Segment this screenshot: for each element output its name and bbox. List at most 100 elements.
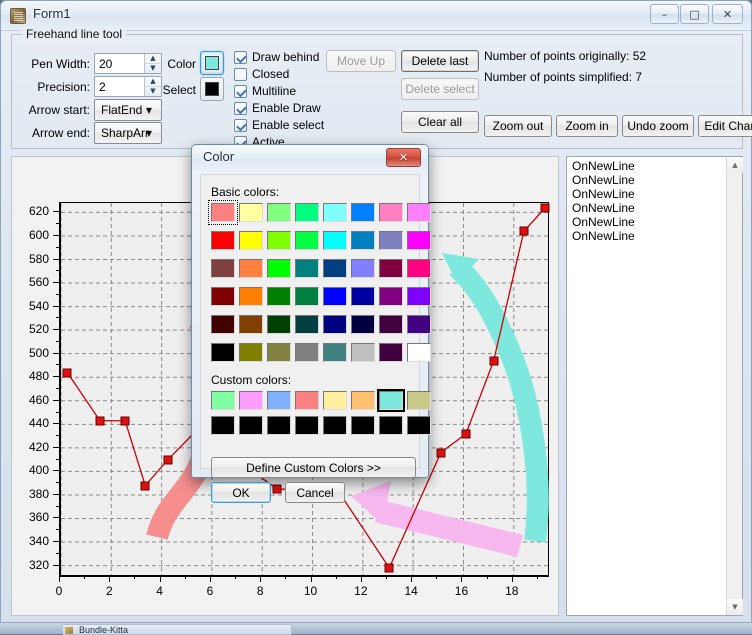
checkbox-icon[interactable] [234,102,247,115]
scroll-up-icon[interactable]: ▲ [727,157,743,173]
basic-color-swatch[interactable] [323,231,347,250]
define-custom-colors-button[interactable]: Define Custom Colors >> [211,457,416,478]
checkbox-icon[interactable] [234,119,247,132]
basic-color-swatch[interactable] [267,287,291,306]
custom-color-swatch[interactable] [211,416,235,435]
checkbox-draw-behind[interactable]: Draw behind [234,49,319,65]
custom-color-swatch[interactable] [407,416,431,435]
cancel-button[interactable]: Cancel [285,482,345,503]
list-item[interactable]: OnNewLine [567,201,726,215]
checkbox-multiline[interactable]: Multiline [234,83,296,99]
checkbox-closed[interactable]: Closed [234,66,289,82]
basic-color-swatch[interactable] [239,203,263,222]
minimize-button[interactable]: – [650,4,679,24]
custom-color-swatch[interactable] [267,416,291,435]
basic-color-swatch[interactable] [323,259,347,278]
basic-color-swatch[interactable] [295,287,319,306]
list-item[interactable]: OnNewLine [567,173,726,187]
custom-color-swatch[interactable] [407,391,431,410]
ok-button[interactable]: OK [211,482,271,503]
delete-last-button[interactable]: Delete last [401,50,479,72]
checkbox-icon[interactable] [234,85,247,98]
basic-color-swatch[interactable] [407,287,431,306]
close-button[interactable]: ✕ [712,4,743,24]
data-point-marker[interactable] [385,563,394,572]
basic-color-swatch[interactable] [407,315,431,334]
custom-color-swatch[interactable] [379,391,403,410]
basic-color-swatch[interactable] [211,315,235,334]
basic-color-swatch[interactable] [211,287,235,306]
basic-color-swatch[interactable] [239,343,263,362]
list-item[interactable]: OnNewLine [567,159,726,173]
basic-color-swatch[interactable] [351,231,375,250]
custom-color-swatch[interactable] [239,391,263,410]
basic-color-swatch[interactable] [211,259,235,278]
basic-color-swatch[interactable] [295,203,319,222]
custom-color-swatch[interactable] [379,416,403,435]
data-point-marker[interactable] [163,455,172,464]
data-point-marker[interactable] [121,416,130,425]
spin-down-icon[interactable]: ▼ [145,87,161,96]
arrow-start-combobox[interactable]: FlatEnd ▼ [94,99,162,121]
move-up-button[interactable]: Move Up [326,50,396,72]
undo-zoom-button[interactable]: Undo zoom [622,115,694,137]
data-point-marker[interactable] [63,368,72,377]
basic-color-swatch[interactable] [351,315,375,334]
data-point-marker[interactable] [436,448,445,457]
basic-color-swatch[interactable] [323,203,347,222]
basic-color-swatch[interactable] [407,343,431,362]
basic-color-swatch[interactable] [407,259,431,278]
data-point-marker[interactable] [519,227,528,236]
custom-color-swatch[interactable] [351,416,375,435]
color-swatch-button[interactable] [200,51,224,75]
select-swatch-button[interactable] [200,77,224,101]
custom-color-swatch[interactable] [267,391,291,410]
list-item[interactable]: OnNewLine [567,187,726,201]
delete-select-button[interactable]: Delete select [401,78,479,100]
basic-color-swatch[interactable] [407,203,431,222]
color-dialog[interactable]: Color ✕ Basic colors: Custom colors: Def… [191,144,429,478]
basic-color-swatch[interactable] [267,259,291,278]
basic-color-swatch[interactable] [407,231,431,250]
basic-color-swatch[interactable] [379,287,403,306]
edit-chart-button[interactable]: Edit Chart [698,115,752,137]
zoom-in-button[interactable]: Zoom in [556,115,618,137]
basic-color-swatch[interactable] [239,287,263,306]
basic-color-swatch[interactable] [351,259,375,278]
maximize-button[interactable]: □ [680,4,709,24]
chevron-down-icon[interactable]: ▼ [141,100,157,120]
custom-color-swatch[interactable] [239,416,263,435]
basic-color-swatch[interactable] [379,231,403,250]
pen-width-stepper[interactable]: ▲ ▼ [94,53,162,74]
spin-up-icon[interactable]: ▲ [145,77,161,87]
custom-color-swatch[interactable] [295,416,319,435]
arrow-end-combobox[interactable]: SharpArr ▼ [94,122,162,144]
data-point-marker[interactable] [541,203,550,212]
checkbox-enable-draw[interactable]: Enable Draw [234,100,321,116]
basic-color-swatch[interactable] [211,231,235,250]
spin-down-icon[interactable]: ▼ [145,64,161,73]
data-point-marker[interactable] [141,481,150,490]
basic-color-swatch[interactable] [379,203,403,222]
custom-color-swatch[interactable] [295,391,319,410]
basic-color-swatch[interactable] [239,315,263,334]
basic-color-swatch[interactable] [267,343,291,362]
custom-color-swatch[interactable] [323,416,347,435]
clear-all-button[interactable]: Clear all [401,111,479,133]
basic-color-swatch[interactable] [323,287,347,306]
zoom-out-button[interactable]: Zoom out [484,115,552,137]
event-log-listbox[interactable]: OnNewLineOnNewLineOnNewLineOnNewLineOnNe… [566,156,743,616]
basic-color-swatch[interactable] [351,203,375,222]
basic-color-swatch[interactable] [211,343,235,362]
data-point-marker[interactable] [461,429,470,438]
custom-color-swatch[interactable] [323,391,347,410]
data-point-marker[interactable] [95,416,104,425]
basic-color-swatch[interactable] [323,343,347,362]
basic-color-swatch[interactable] [323,315,347,334]
list-item[interactable]: OnNewLine [567,229,726,243]
basic-color-swatch[interactable] [239,231,263,250]
basic-color-swatch[interactable] [295,231,319,250]
checkbox-enable-select[interactable]: Enable select [234,117,324,133]
basic-color-swatch[interactable] [379,315,403,334]
checkbox-icon[interactable] [234,68,247,81]
